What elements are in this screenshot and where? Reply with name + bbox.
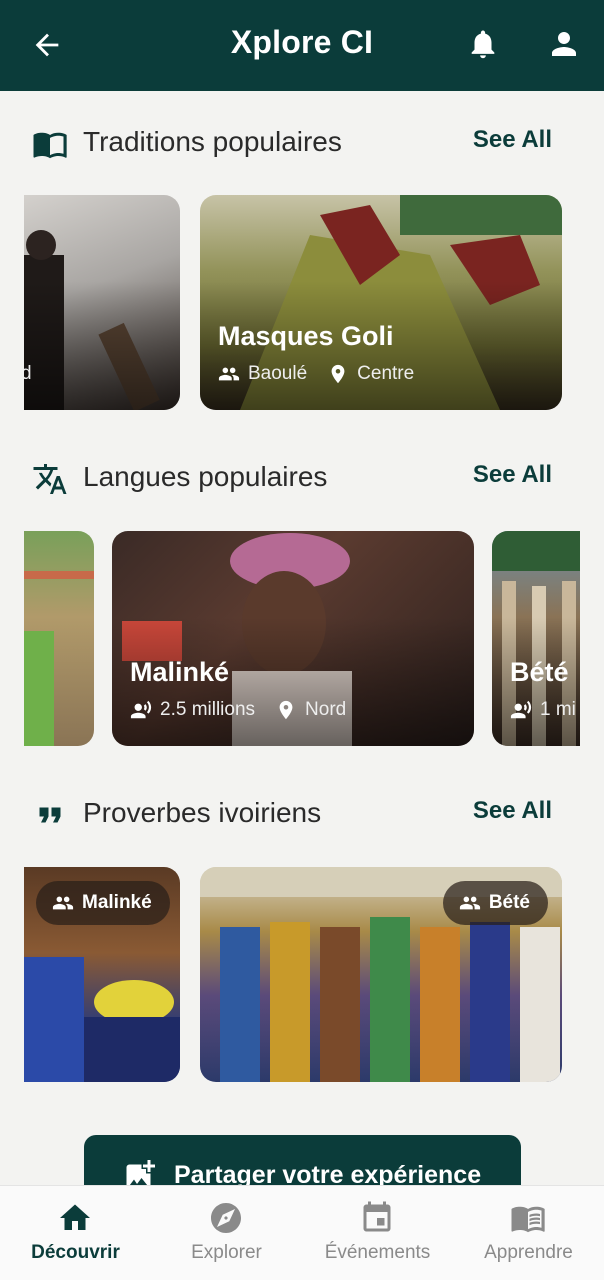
card-meta: 1 mi xyxy=(510,699,576,721)
languages-carousel[interactable]: Malinké 2.5 millions Nord Bété 1 mi xyxy=(24,531,580,746)
compass-icon xyxy=(211,1203,241,1233)
traditions-section-header: Traditions populaires See All xyxy=(0,118,604,168)
quote-icon xyxy=(39,807,61,823)
see-all-link[interactable]: See All xyxy=(473,126,552,154)
calendar-icon xyxy=(363,1201,391,1232)
nav-item-evenements[interactable]: Événements xyxy=(302,1186,453,1280)
tradition-card-masques-goli[interactable]: Masques Goli Baoulé Centre xyxy=(200,195,562,410)
card-title: Bété xyxy=(510,657,569,687)
location-pin-icon xyxy=(279,700,293,720)
badge-label: Malinké xyxy=(82,892,152,913)
see-all-link[interactable]: See All xyxy=(473,797,552,825)
nav-label: Événements xyxy=(324,1242,431,1263)
home-icon xyxy=(60,1204,90,1230)
speaker-voice-icon xyxy=(510,700,532,719)
ethnic-group-label: Baoulé xyxy=(248,363,308,384)
book-icon xyxy=(511,1206,545,1233)
speakers-label: 2.5 millions xyxy=(160,699,256,720)
location-pin-icon xyxy=(331,364,345,384)
card-title: Malinké xyxy=(130,657,230,687)
nav-label: Découvrir xyxy=(31,1242,120,1263)
speakers-label: 1 mi xyxy=(540,699,576,720)
people-icon xyxy=(218,367,240,381)
translate-icon xyxy=(33,464,67,494)
nav-label: Apprendre xyxy=(484,1242,573,1263)
language-card[interactable] xyxy=(24,531,94,746)
region-label: Nord xyxy=(305,699,347,720)
region-label: Centre xyxy=(357,363,415,384)
language-card-malinke[interactable]: Malinké 2.5 millions Nord xyxy=(112,531,474,746)
proverb-card-bete[interactable]: Bété xyxy=(200,867,562,1082)
tradition-card[interactable]: e-sud xyxy=(24,195,180,410)
traditions-carousel[interactable]: e-sud Masques Goli Baoulé Centre xyxy=(24,195,580,410)
people-icon xyxy=(459,896,480,910)
card-title: Masques Goli xyxy=(218,321,394,351)
app-title: Xplore CI xyxy=(230,24,374,60)
nav-item-decouvrir[interactable]: Découvrir xyxy=(0,1186,151,1280)
badge-label: Bété xyxy=(488,892,530,913)
proverb-card-malinke[interactable]: Malinké xyxy=(24,867,180,1082)
language-card-bete[interactable]: Bété 1 mi xyxy=(492,531,580,746)
nav-item-explorer[interactable]: Explorer xyxy=(151,1186,302,1280)
section-title: Proverbes ivoiriens xyxy=(83,797,322,828)
notification-bell-icon[interactable] xyxy=(466,26,500,62)
card-meta: Baoulé Centre xyxy=(218,363,414,385)
card-meta: 2.5 millions Nord xyxy=(130,699,346,721)
nav-item-apprendre[interactable]: Apprendre xyxy=(453,1186,604,1280)
people-icon xyxy=(52,896,74,910)
speaker-voice-icon xyxy=(130,700,152,719)
ethnic-badge: Malinké xyxy=(36,881,170,925)
see-all-link[interactable]: See All xyxy=(473,461,552,489)
proverbs-carousel[interactable]: Malinké Bété xyxy=(24,867,580,1082)
nav-label: Explorer xyxy=(191,1242,262,1263)
proverbs-section-header: Proverbes ivoiriens See All xyxy=(0,789,604,839)
card-image xyxy=(24,571,94,746)
bottom-navigation: Découvrir Explorer Événements Apprendre xyxy=(0,1185,604,1280)
ethnic-badge: Bété xyxy=(442,881,548,925)
card-gradient xyxy=(24,281,180,410)
section-title: Langues populaires xyxy=(83,461,328,492)
section-title: Traditions populaires xyxy=(83,126,342,157)
user-profile-icon[interactable] xyxy=(546,26,582,62)
open-book-icon xyxy=(33,132,67,159)
app-bar: Xplore CI xyxy=(0,0,604,91)
card-partial-label: e-sud xyxy=(24,363,32,384)
languages-section-header: Langues populaires See All xyxy=(0,453,604,503)
